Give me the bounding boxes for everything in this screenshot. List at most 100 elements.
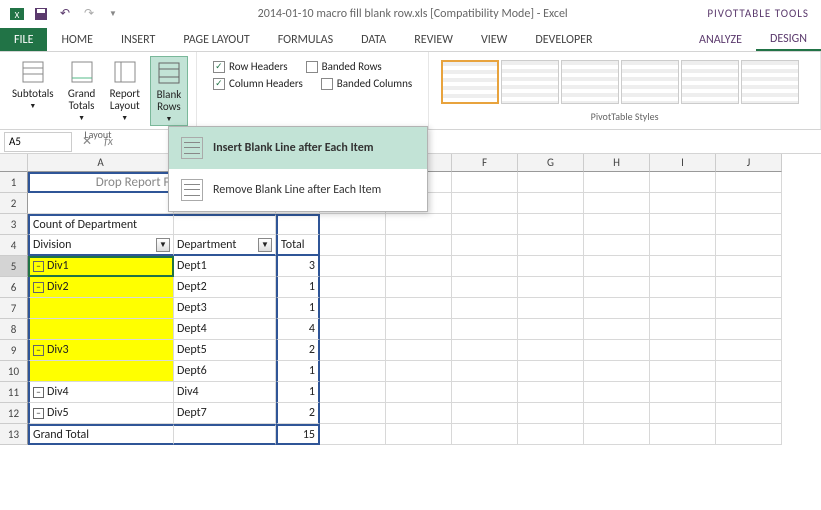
cell[interactable] — [518, 361, 584, 382]
value-cell[interactable]: 1 — [276, 277, 320, 298]
redo-icon[interactable]: ↷ — [80, 5, 98, 23]
row-header[interactable]: 7 — [0, 298, 28, 319]
cell[interactable] — [452, 172, 518, 193]
cell[interactable] — [320, 277, 386, 298]
cell[interactable] — [650, 424, 716, 445]
cell[interactable] — [518, 424, 584, 445]
column-header[interactable]: G — [518, 154, 584, 172]
cell[interactable] — [518, 382, 584, 403]
grand-total-value-cell[interactable]: 15 — [276, 424, 320, 445]
cell[interactable] — [452, 424, 518, 445]
cell[interactable] — [320, 403, 386, 424]
style-thumb[interactable] — [741, 60, 799, 104]
cell[interactable] — [386, 382, 452, 403]
cell[interactable] — [716, 340, 782, 361]
row-header[interactable]: 12 — [0, 403, 28, 424]
cell[interactable] — [452, 298, 518, 319]
styles-gallery[interactable] — [437, 56, 812, 108]
cell[interactable] — [650, 319, 716, 340]
tab-analyze[interactable]: ANALYZE — [685, 28, 756, 51]
cell[interactable] — [716, 298, 782, 319]
cell[interactable] — [276, 214, 320, 235]
filter-dropdown-icon[interactable]: ▼ — [258, 238, 272, 252]
row-header[interactable]: 5 — [0, 256, 28, 277]
style-thumb[interactable] — [561, 60, 619, 104]
style-thumb[interactable] — [501, 60, 559, 104]
cell[interactable] — [386, 298, 452, 319]
select-all-corner[interactable] — [0, 154, 28, 172]
cell[interactable] — [320, 382, 386, 403]
cell[interactable] — [386, 424, 452, 445]
cell[interactable] — [320, 319, 386, 340]
cell[interactable] — [716, 193, 782, 214]
cell[interactable] — [452, 256, 518, 277]
cell[interactable] — [650, 172, 716, 193]
cell[interactable] — [650, 298, 716, 319]
division-cell[interactable]: −Div5 — [28, 403, 174, 424]
cell[interactable] — [386, 277, 452, 298]
department-field-header[interactable]: Department▼ — [174, 235, 276, 256]
cell[interactable] — [584, 361, 650, 382]
cell[interactable] — [518, 172, 584, 193]
cell[interactable] — [650, 340, 716, 361]
cell[interactable] — [716, 319, 782, 340]
cell[interactable] — [584, 298, 650, 319]
cell[interactable] — [716, 235, 782, 256]
row-header[interactable]: 3 — [0, 214, 28, 235]
value-cell[interactable]: 4 — [276, 319, 320, 340]
cell[interactable] — [452, 214, 518, 235]
cell[interactable] — [320, 340, 386, 361]
cell[interactable] — [584, 277, 650, 298]
style-thumb[interactable] — [681, 60, 739, 104]
cell[interactable] — [650, 382, 716, 403]
row-header[interactable]: 9 — [0, 340, 28, 361]
cell[interactable] — [716, 382, 782, 403]
banded-columns-checkbox[interactable]: Banded Columns — [321, 77, 412, 90]
division-cell[interactable] — [28, 298, 174, 319]
cell[interactable] — [584, 424, 650, 445]
tab-insert[interactable]: INSERT — [107, 28, 169, 51]
row-header[interactable]: 4 — [0, 235, 28, 256]
tab-developer[interactable]: DEVELOPER — [521, 28, 606, 51]
cell[interactable] — [174, 424, 276, 445]
cell[interactable] — [386, 256, 452, 277]
cell[interactable] — [386, 214, 452, 235]
collapse-icon[interactable]: − — [33, 345, 44, 356]
cell[interactable] — [386, 235, 452, 256]
cell[interactable] — [716, 403, 782, 424]
cell[interactable] — [650, 214, 716, 235]
cell[interactable] — [518, 403, 584, 424]
department-cell[interactable]: Dept6 — [174, 361, 276, 382]
save-icon[interactable] — [32, 5, 50, 23]
value-cell[interactable]: 1 — [276, 298, 320, 319]
cell[interactable] — [518, 340, 584, 361]
cell[interactable] — [452, 193, 518, 214]
cell[interactable] — [716, 424, 782, 445]
row-headers-checkbox[interactable]: Row Headers — [213, 60, 288, 73]
tab-page-layout[interactable]: PAGE LAYOUT — [169, 28, 263, 51]
tab-review[interactable]: REVIEW — [400, 28, 467, 51]
cell[interactable] — [518, 319, 584, 340]
cell[interactable] — [320, 214, 386, 235]
department-cell[interactable]: Dept2 — [174, 277, 276, 298]
cell[interactable] — [716, 214, 782, 235]
value-cell[interactable]: 1 — [276, 382, 320, 403]
cell[interactable] — [650, 193, 716, 214]
subtotals-button[interactable]: Subtotals▼ — [8, 56, 58, 126]
cell[interactable] — [320, 298, 386, 319]
cell[interactable] — [452, 361, 518, 382]
qat-dropdown-icon[interactable]: ▼ — [104, 5, 122, 23]
remove-blank-line-item[interactable]: Remove Blank Line after Each Item — [169, 169, 427, 211]
undo-icon[interactable]: ↶ — [56, 5, 74, 23]
tab-data[interactable]: DATA — [347, 28, 400, 51]
row-header[interactable]: 13 — [0, 424, 28, 445]
division-cell[interactable] — [28, 319, 174, 340]
cell[interactable] — [320, 424, 386, 445]
cell[interactable] — [518, 235, 584, 256]
collapse-icon[interactable]: − — [33, 282, 44, 293]
cell[interactable] — [452, 382, 518, 403]
division-cell[interactable]: −Div3 — [28, 340, 174, 361]
value-cell[interactable]: 2 — [276, 340, 320, 361]
cell[interactable] — [584, 172, 650, 193]
cell[interactable] — [452, 277, 518, 298]
